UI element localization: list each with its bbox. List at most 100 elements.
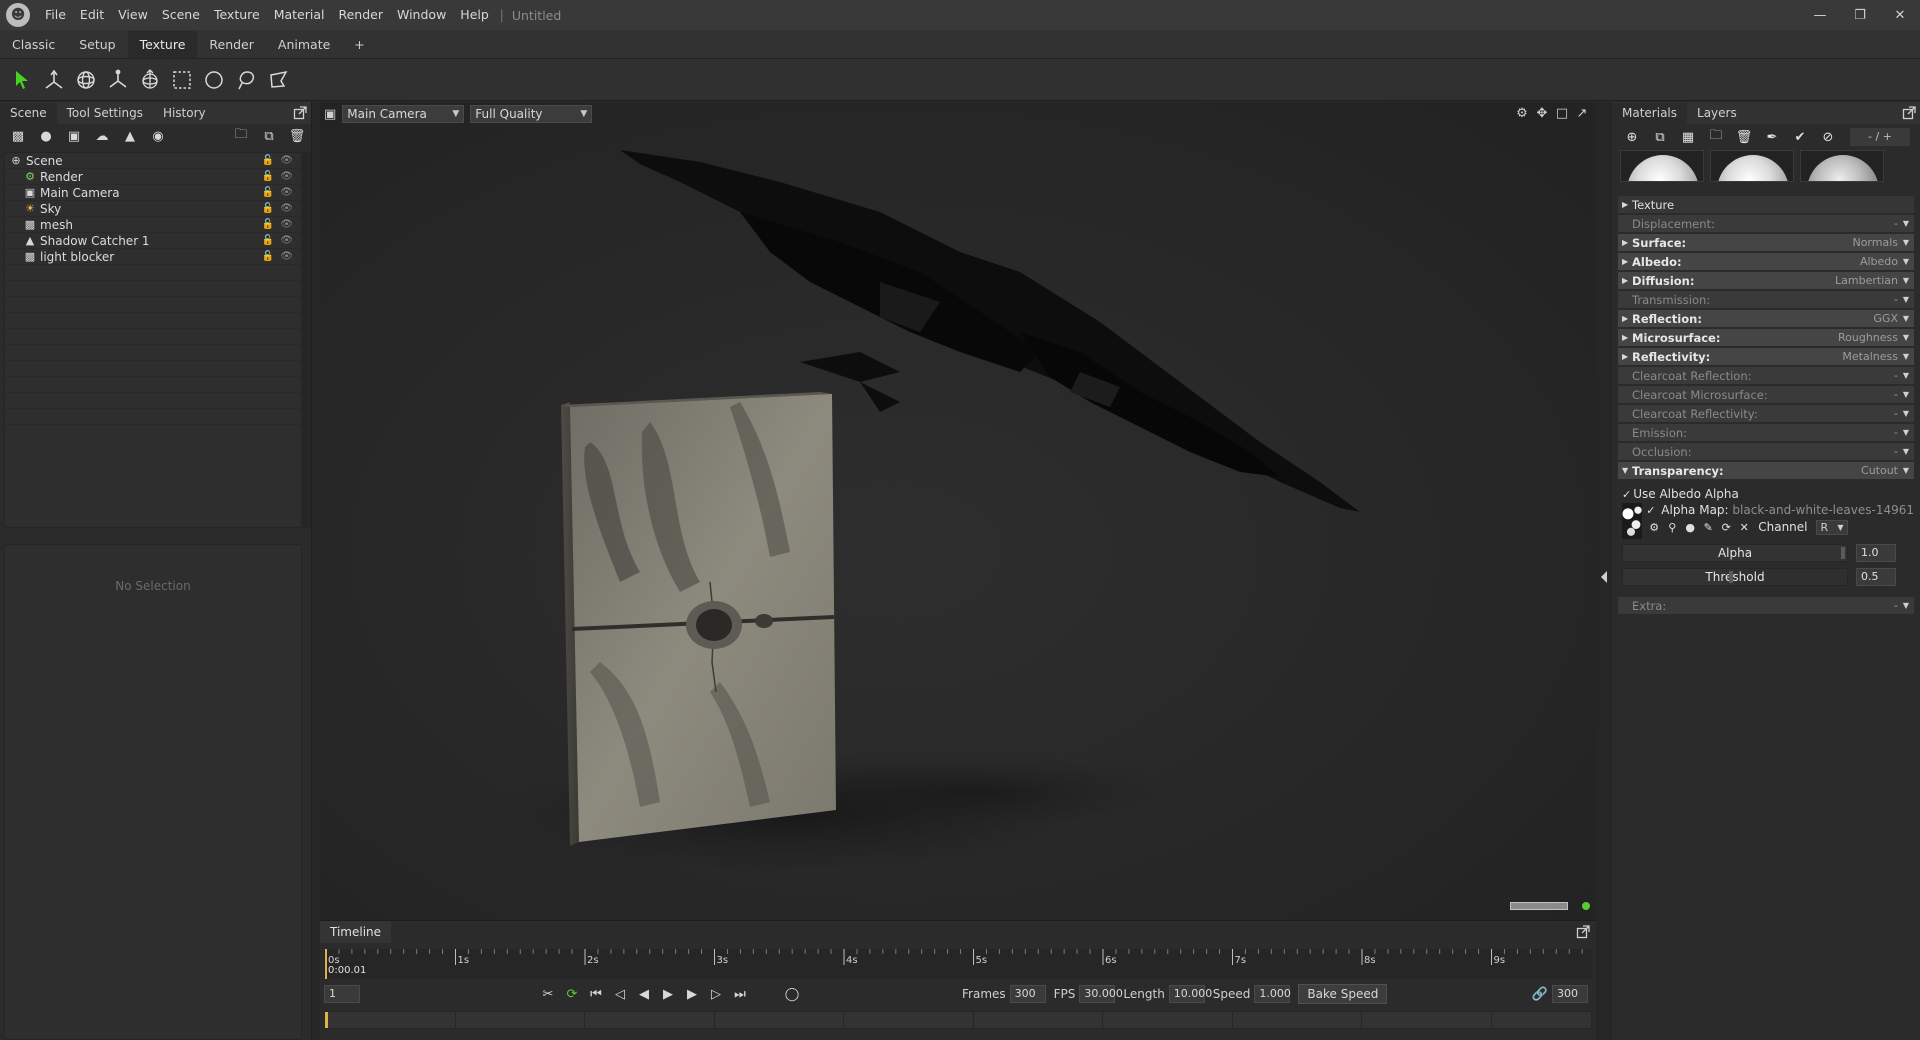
viewport[interactable]: ▣ Main Camera ▼ Full Quality ▼ ⚙ ✥ □ ↗ <box>320 102 1596 920</box>
skip-start-icon[interactable]: ⏮ <box>584 983 608 1005</box>
right-panel-splitter[interactable] <box>1596 102 1612 1040</box>
lock-icon[interactable]: 🔓 <box>262 153 274 169</box>
add-tab-button[interactable]: + <box>342 31 376 58</box>
zoom-icon[interactable]: ⚲ <box>1664 519 1680 535</box>
bake-speed-button[interactable]: Bake Speed <box>1298 984 1388 1004</box>
material-thumbnail[interactable] <box>1620 150 1704 182</box>
restore-button[interactable]: ❐ <box>1840 0 1880 30</box>
trash-icon[interactable]: 🗑 <box>283 125 311 147</box>
eye-icon[interactable]: 👁 <box>280 249 293 265</box>
loop-icon[interactable]: ⟳ <box>560 983 584 1005</box>
use-albedo-alpha-checkbox[interactable]: ✓ Use Albedo Alpha <box>1618 485 1914 503</box>
channel-select[interactable]: R ▼ <box>1815 519 1848 535</box>
tab-render[interactable]: Render <box>197 31 266 58</box>
next-key-icon[interactable]: ▷ <box>704 983 728 1005</box>
tree-item-light-blocker[interactable]: ▩ light blocker 🔓 👁 <box>5 249 301 265</box>
tree-item-sky[interactable]: ☀ Sky 🔓 👁 <box>5 201 301 217</box>
tab-materials[interactable]: Materials <box>1612 103 1688 124</box>
eye-icon[interactable]: 👁 <box>280 153 293 169</box>
section-displacement[interactable]: Displacement: - ▼ <box>1618 215 1914 232</box>
section-albedo[interactable]: ▶ Albedo: Albedo ▼ <box>1618 253 1914 270</box>
add-shadow-catcher-icon[interactable]: ▲ <box>116 125 144 147</box>
tab-scene[interactable]: Scene <box>0 103 57 124</box>
timeline-ruler[interactable]: 0s 1s 2s 3s 4s 5s 6s 7s 8s 9s <box>324 949 1592 979</box>
lasso-select-icon[interactable] <box>230 64 262 96</box>
add-mesh-icon[interactable]: ▩ <box>4 125 32 147</box>
tab-timeline[interactable]: Timeline <box>320 921 392 943</box>
settings-gear-icon[interactable]: ⚙ <box>1646 519 1662 535</box>
tree-item-scene[interactable]: ⊕ Scene 🔓 👁 <box>5 153 301 169</box>
menu-view[interactable]: View <box>111 0 155 30</box>
check-circle-icon[interactable]: ✔ <box>1786 126 1814 148</box>
collapse-arrow-icon[interactable] <box>1599 562 1609 592</box>
camera-select[interactable]: Main Camera ▼ <box>342 105 465 123</box>
scale-tool-icon[interactable] <box>102 64 134 96</box>
section-transmission[interactable]: Transmission: - ▼ <box>1618 291 1914 308</box>
duplicate-material-icon[interactable]: ⧉ <box>1646 126 1674 148</box>
material-grid-icon[interactable]: ▦ <box>1674 126 1702 148</box>
menu-help[interactable]: Help <box>453 0 496 30</box>
section-reflectivity[interactable]: ▶ Reflectivity: Metalness ▼ <box>1618 348 1914 365</box>
color-picker-icon[interactable]: ● <box>1682 519 1698 535</box>
eyedropper-icon[interactable]: ✒ <box>1758 126 1786 148</box>
pan-move-icon[interactable]: ✥ <box>1534 104 1550 122</box>
transform-tool-icon[interactable] <box>134 64 166 96</box>
length-field[interactable]: 10.000 <box>1168 985 1212 1003</box>
folder-icon[interactable]: 🗀 <box>227 125 255 147</box>
add-sky-icon[interactable]: ☁ <box>88 125 116 147</box>
viewport-slider[interactable] <box>1510 902 1568 910</box>
tab-layers[interactable]: Layers <box>1687 103 1747 124</box>
select-tool-icon[interactable] <box>6 64 38 96</box>
section-transparency[interactable]: ▼ Transparency: Cutout ▼ <box>1618 462 1914 479</box>
threshold-slider-knob[interactable] <box>1729 571 1733 583</box>
quality-select[interactable]: Full Quality ▼ <box>470 105 593 123</box>
next-frame-icon[interactable]: ▶ <box>680 983 704 1005</box>
eye-icon[interactable]: 👁 <box>280 233 293 249</box>
add-camera-icon[interactable]: ▣ <box>60 125 88 147</box>
section-diffusion[interactable]: ▶ Diffusion: Lambertian ▼ <box>1618 272 1914 289</box>
material-counter[interactable]: - / + <box>1850 128 1910 146</box>
record-icon[interactable]: ◯ <box>780 983 804 1005</box>
tab-tool-settings[interactable]: Tool Settings <box>57 103 153 124</box>
tab-classic[interactable]: Classic <box>0 31 67 58</box>
left-panel-splitter[interactable] <box>312 102 320 1040</box>
eye-icon[interactable]: 👁 <box>280 201 293 217</box>
eye-icon[interactable]: 👁 <box>280 217 293 233</box>
section-reflection[interactable]: ▶ Reflection: GGX ▼ <box>1618 310 1914 327</box>
section-extra[interactable]: Extra: - ▼ <box>1618 597 1914 614</box>
alpha-map-filename[interactable]: black-and-white-leaves-14961 <box>1732 503 1914 517</box>
alpha-slider[interactable]: Alpha <box>1622 544 1848 562</box>
skip-end-icon[interactable]: ⏭ <box>728 983 752 1005</box>
lock-icon[interactable]: 🔓 <box>262 233 274 249</box>
settings-gear-icon[interactable]: ⚙ <box>1514 104 1530 122</box>
lock-icon[interactable]: 🔓 <box>262 249 274 265</box>
folder-icon[interactable]: 🗀 <box>1702 126 1730 148</box>
tab-animate[interactable]: Animate <box>266 31 342 58</box>
lock-icon[interactable]: 🔓 <box>262 201 274 217</box>
section-surface[interactable]: ▶ Surface: Normals ▼ <box>1618 234 1914 251</box>
tree-item-main-camera[interactable]: ▣ Main Camera 🔓 👁 <box>5 185 301 201</box>
eye-icon[interactable]: 👁 <box>280 169 293 185</box>
menu-file[interactable]: File <box>38 0 73 30</box>
rect-select-icon[interactable] <box>166 64 198 96</box>
eye-icon[interactable]: 👁 <box>280 185 293 201</box>
keyframe-track[interactable] <box>324 1011 1592 1029</box>
section-clearcoat-microsurface[interactable]: Clearcoat Microsurface: - ▼ <box>1618 386 1914 403</box>
add-material-icon[interactable]: ⊕ <box>1618 126 1646 148</box>
link-icon[interactable]: 🔗 <box>1528 983 1552 1005</box>
menu-render[interactable]: Render <box>331 0 390 30</box>
menu-window[interactable]: Window <box>390 0 453 30</box>
popout-icon[interactable] <box>1902 106 1916 120</box>
current-frame-field[interactable]: 1 <box>324 985 360 1003</box>
close-button[interactable]: ✕ <box>1880 0 1920 30</box>
tab-history[interactable]: History <box>153 103 216 124</box>
tree-item-shadow-catcher[interactable]: ▲ Shadow Catcher 1 🔓 👁 <box>5 233 301 249</box>
add-material-icon[interactable]: ◉ <box>144 125 172 147</box>
no-entry-icon[interactable]: ⊘ <box>1814 126 1842 148</box>
scene-tree-scrollbar[interactable] <box>301 152 311 528</box>
threshold-value-field[interactable]: 0.5 <box>1856 568 1896 586</box>
menu-material[interactable]: Material <box>267 0 332 30</box>
prev-key-icon[interactable]: ◁ <box>608 983 632 1005</box>
material-thumbnail[interactable] <box>1800 150 1884 182</box>
tree-item-mesh[interactable]: ▩ mesh 🔓 👁 <box>5 217 301 233</box>
